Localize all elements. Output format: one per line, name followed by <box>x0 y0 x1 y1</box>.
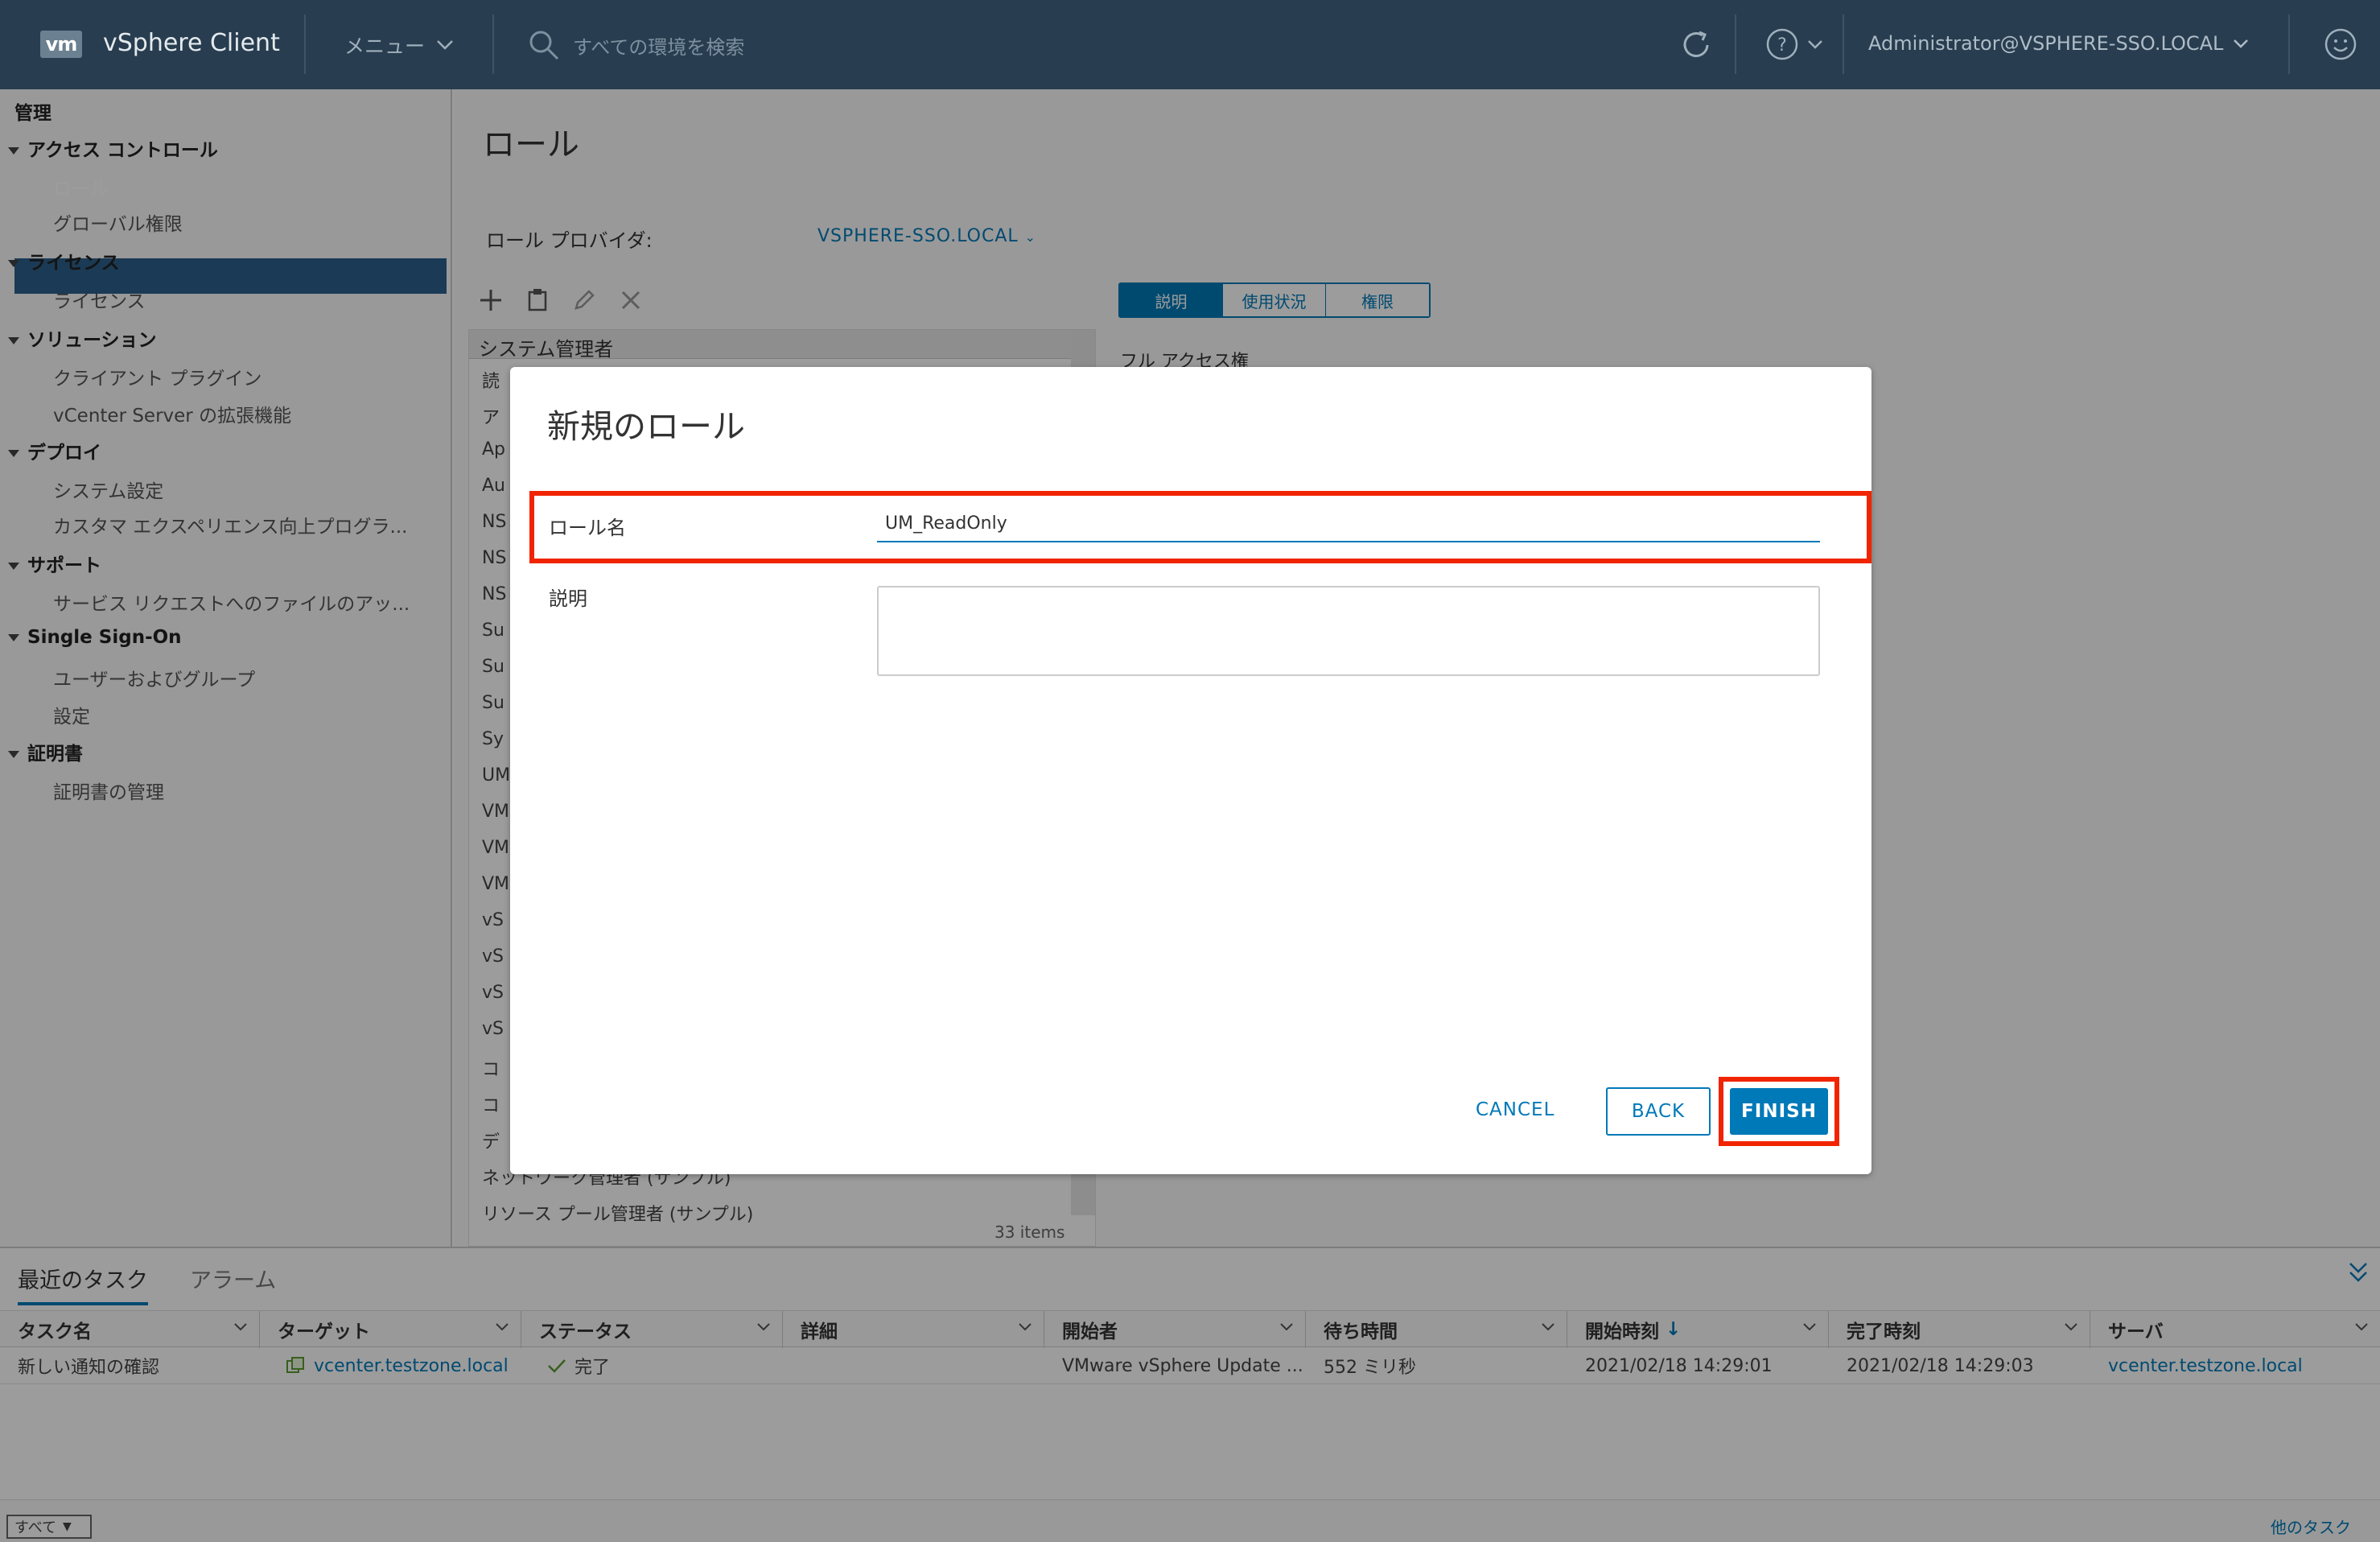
search-placeholder: すべての環境を検索 <box>573 35 745 59</box>
role-name-input[interactable] <box>877 505 1820 542</box>
help-menu[interactable]: ? <box>1765 27 1823 61</box>
refresh-icon <box>1683 31 1709 57</box>
chevron-down-icon <box>1808 40 1822 49</box>
header-divider <box>304 14 306 74</box>
top-header: vm vSphere Client メニュー すべての環境を検索 ? Admin… <box>0 0 2380 89</box>
new-role-dialog: 新規のロール ロール名 説明 CANCEL BACK FINISH <box>510 367 1871 1174</box>
back-button[interactable]: BACK <box>1606 1087 1711 1136</box>
chevron-down-icon <box>437 40 453 50</box>
menu-label: メニュー <box>344 35 426 58</box>
description-label: 説明 <box>549 588 587 610</box>
refresh-button[interactable] <box>1678 27 1714 66</box>
header-divider <box>1735 14 1736 74</box>
svg-text:?: ? <box>1777 35 1787 56</box>
header-divider <box>1843 14 1844 74</box>
cancel-button[interactable]: CANCEL <box>1476 1087 1554 1132</box>
global-search[interactable]: すべての環境を検索 <box>528 29 744 61</box>
user-menu[interactable]: Administrator@VSPHERE-SSO.LOCAL <box>1868 32 2249 55</box>
help-icon: ? <box>1766 28 1798 60</box>
chevron-down-icon <box>2234 39 2249 48</box>
feedback-button[interactable] <box>2324 27 2357 64</box>
vmware-logo[interactable]: vm <box>40 31 82 58</box>
dialog-title: 新規のロール <box>547 407 745 446</box>
app-title[interactable]: vSphere Client <box>103 29 280 57</box>
search-icon <box>529 31 559 60</box>
header-divider <box>492 14 494 74</box>
finish-button[interactable]: FINISH <box>1730 1088 1828 1135</box>
menu-button[interactable]: メニュー <box>344 31 454 60</box>
description-input[interactable] <box>877 586 1820 676</box>
header-divider <box>2288 14 2290 74</box>
smiley-icon <box>2324 28 2357 60</box>
user-name: Administrator@VSPHERE-SSO.LOCAL <box>1868 32 2224 55</box>
role-name-label: ロール名 <box>549 517 626 539</box>
